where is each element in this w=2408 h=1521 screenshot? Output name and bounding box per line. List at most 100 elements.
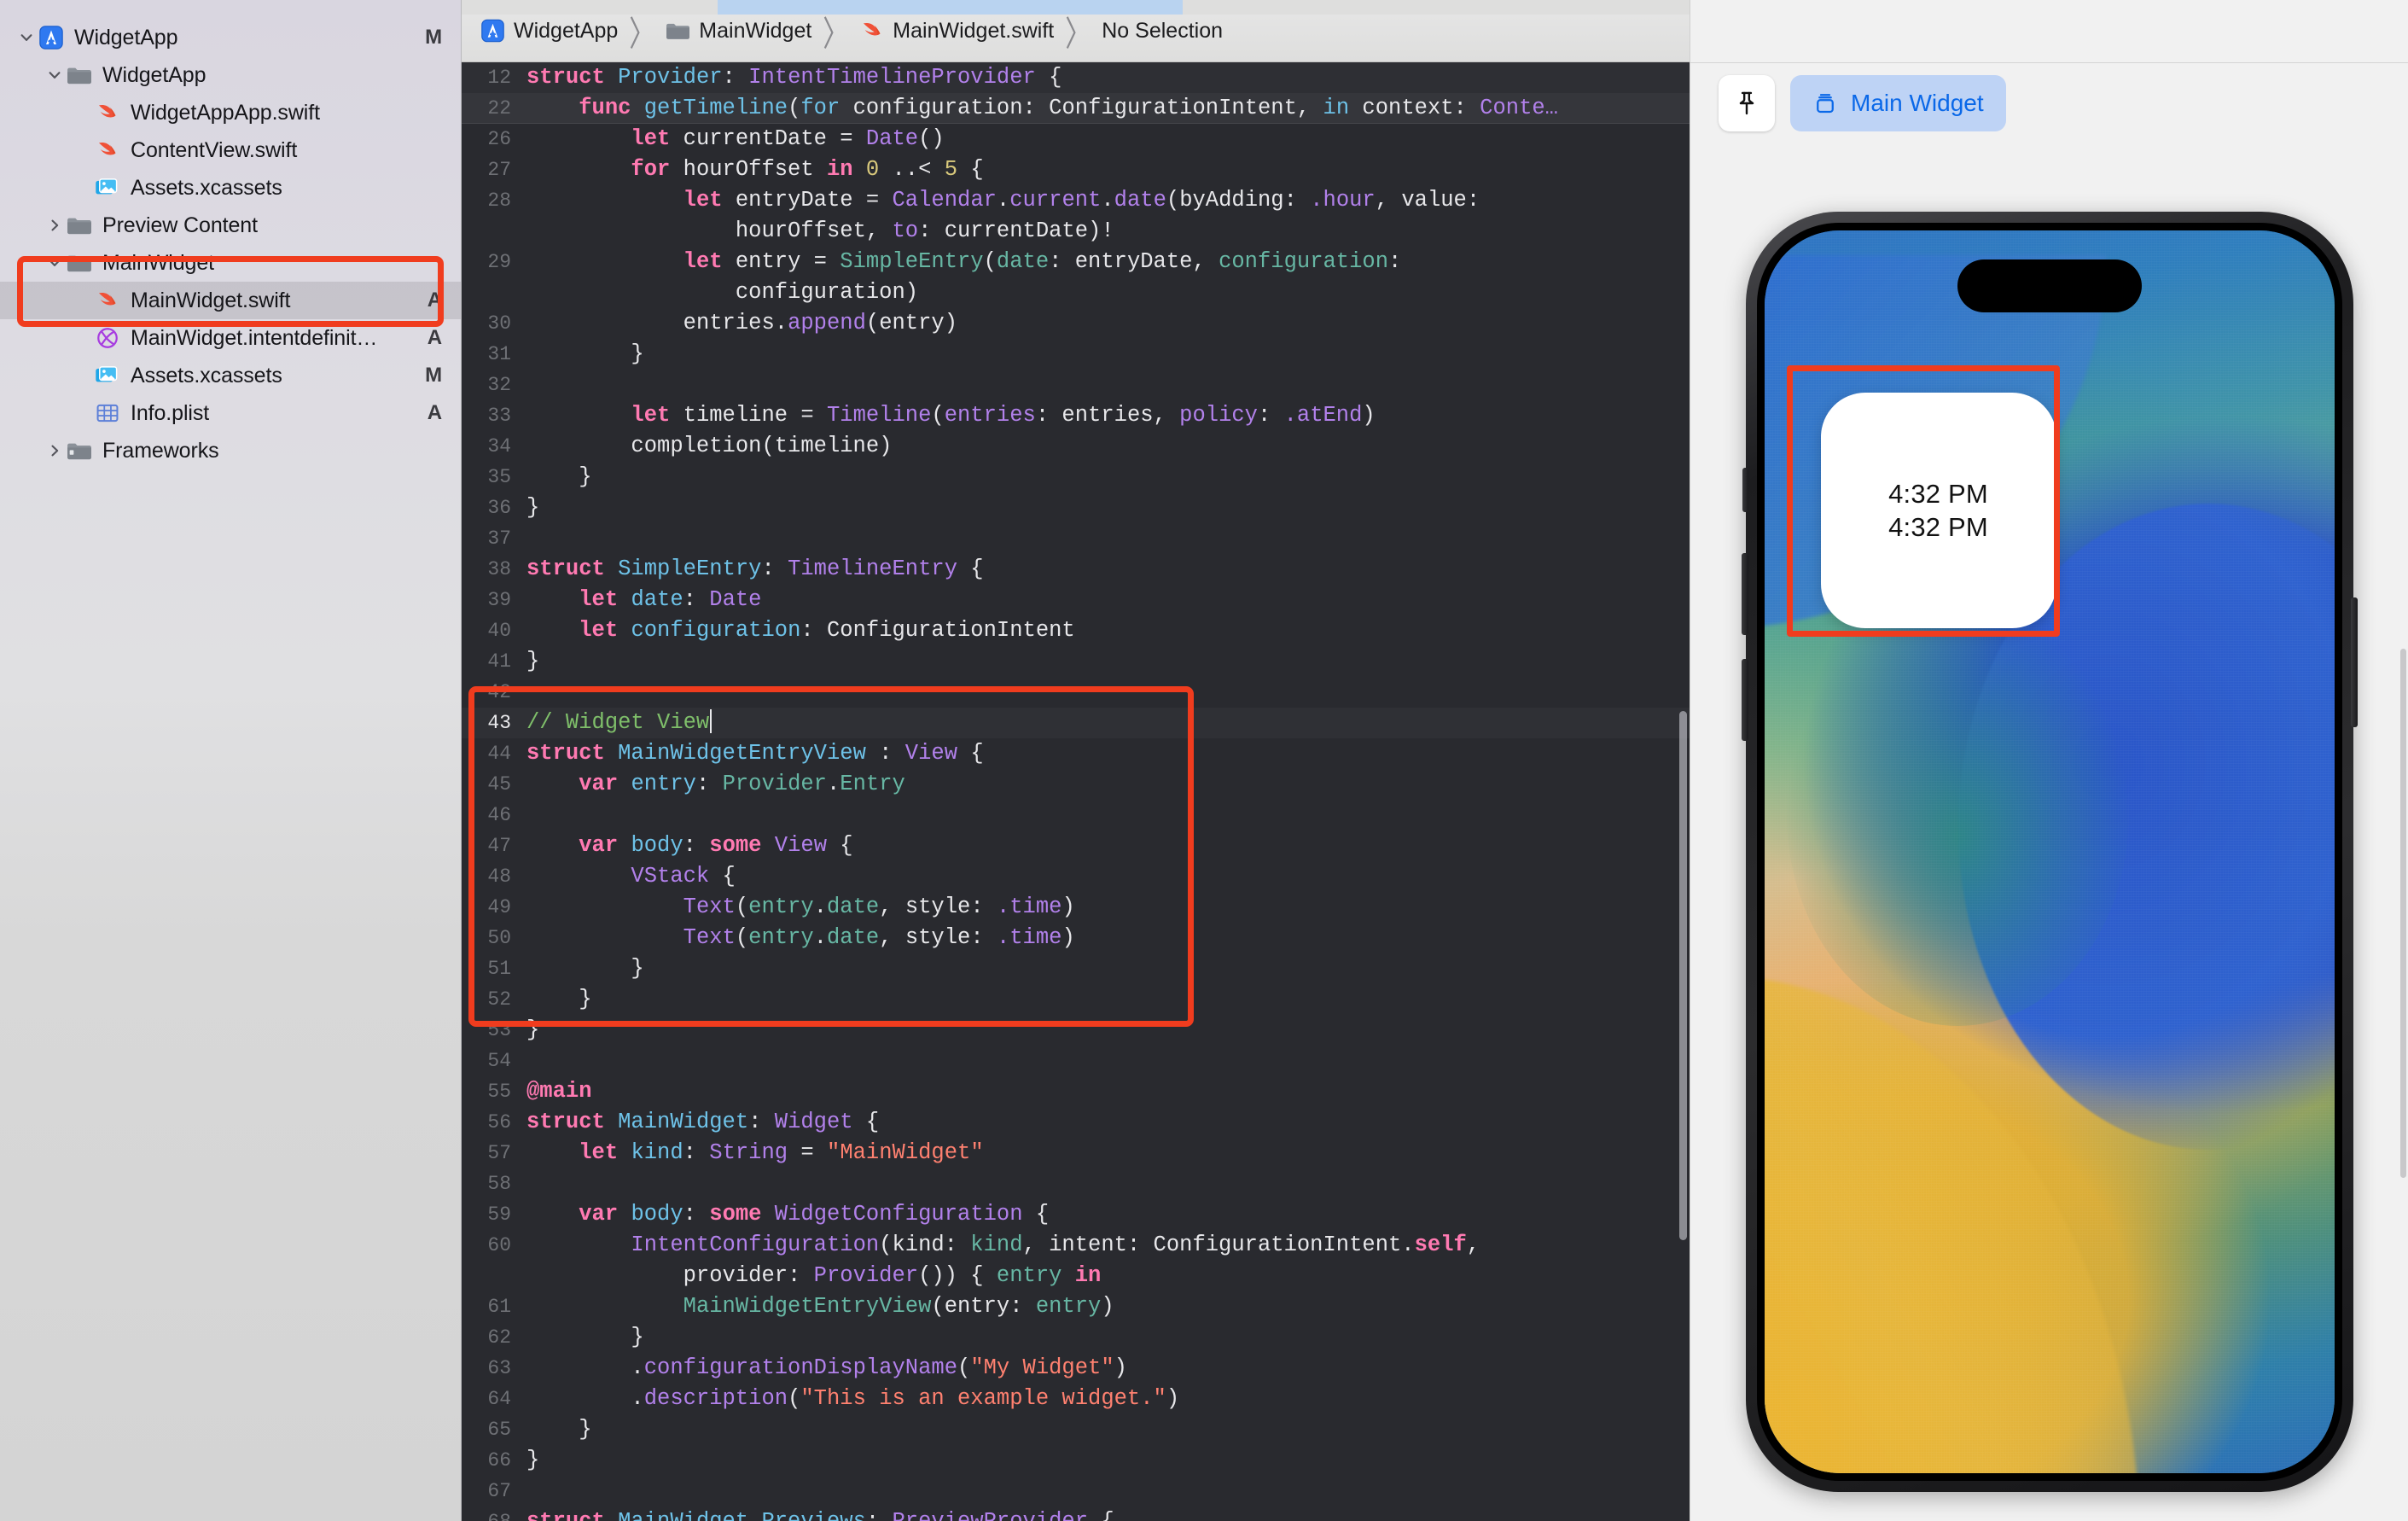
source-code-editor[interactable]: 12 struct Provider: IntentTimelineProvide… [462, 62, 1690, 1521]
disclosure-triangle-expanded[interactable] [44, 252, 66, 274]
phone-screen[interactable]: 4:32 PM 4:32 PM [1764, 230, 2335, 1473]
tab-active[interactable] [718, 0, 1183, 15]
preview-toolbar[interactable]: Main Widget [1690, 62, 2408, 144]
code-token: ( [735, 925, 749, 950]
breadcrumb-item-widgetapp[interactable]: WidgetApp [480, 19, 618, 44]
project-navigator[interactable]: WidgetApp M WidgetApp WidgetAppApp.swift Con… [0, 0, 462, 1521]
code-line[interactable]: provider: Provider()) { entry in [462, 1261, 1690, 1291]
code-line[interactable]: 66} [462, 1445, 1690, 1476]
code-line[interactable]: 26 let currentDate = Date() [462, 124, 1690, 154]
disclosure-triangle-collapsed[interactable] [44, 214, 66, 236]
code-line[interactable]: 43 // Widget View [462, 708, 1690, 738]
intent-icon [97, 328, 118, 348]
code-line[interactable]: 52 } [462, 984, 1690, 1015]
editor-scrollbar-thumb[interactable] [1679, 711, 1687, 1240]
code-line[interactable]: 34 completion(timeline) [462, 431, 1690, 462]
code-line[interactable]: 61 MainWidgetEntryView(entry: entry) [462, 1291, 1690, 1322]
line-number: 37 [487, 527, 511, 550]
code-line[interactable]: 44 struct MainWidgetEntryView : View { [462, 738, 1690, 769]
code-line[interactable]: 62 } [462, 1322, 1690, 1353]
window-scrollbar[interactable] [2399, 0, 2408, 1521]
sidebar-item-contentview-swift[interactable]: ContentView.swift [0, 131, 461, 169]
code-line[interactable]: 45 var entry: Provider.Entry [462, 769, 1690, 800]
code-line[interactable]: 65 } [462, 1414, 1690, 1445]
code-line[interactable]: 30 entries.append(entry) [462, 308, 1690, 339]
code-line[interactable]: 68struct MainWidget_Previews: PreviewPro… [462, 1506, 1690, 1521]
code-line[interactable]: 40 let configuration: ConfigurationInten… [462, 615, 1690, 646]
code-line[interactable]: 31 } [462, 339, 1690, 370]
window-scrollbar-thumb[interactable] [2400, 649, 2406, 1178]
disclosure-triangle-collapsed[interactable] [44, 440, 66, 462]
code-line[interactable]: 58 [462, 1168, 1690, 1199]
preview-canvas[interactable]: Main Widget 4:32 PM 4:32 PM [1690, 0, 2408, 1521]
code-line[interactable]: 42 [462, 677, 1690, 708]
code-token: some [709, 833, 775, 858]
sidebar-item-label: Info.plist [131, 400, 210, 425]
editor-scrollbar[interactable] [1678, 62, 1690, 1521]
code-line-text: MainWidgetEntryView(entry: entry) [526, 1291, 1690, 1322]
editor-tab-strip[interactable] [462, 0, 1690, 15]
code-line[interactable]: 41} [462, 646, 1690, 677]
sidebar-item-widgetapp[interactable]: WidgetApp [0, 56, 461, 94]
code-lines[interactable]: 12 struct Provider: IntentTimelineProvide… [462, 62, 1690, 1521]
code-token: } [526, 1448, 540, 1472]
code-token: in [1323, 95, 1350, 120]
code-line[interactable]: 33 let timeline = Timeline(entries: entr… [462, 400, 1690, 431]
code-line[interactable]: 28 let entryDate = Calendar.current.date… [462, 185, 1690, 216]
code-line[interactable]: 36} [462, 492, 1690, 523]
code-token: . [1401, 1233, 1415, 1257]
sidebar-item-info-plist[interactable]: Info.plist A [0, 394, 461, 432]
code-line[interactable]: 47 var body: some View { [462, 830, 1690, 861]
code-line[interactable]: 57 let kind: String = "MainWidget" [462, 1138, 1690, 1168]
code-line[interactable]: 59 var body: some WidgetConfiguration { [462, 1199, 1690, 1230]
code-line[interactable]: 32 [462, 370, 1690, 400]
breadcrumb-item-mainwidget[interactable]: MainWidget [666, 19, 811, 44]
folder-icon [666, 23, 690, 39]
sidebar-item-frameworks[interactable]: Frameworks [0, 432, 461, 469]
code-line[interactable]: 64 .description("This is an example widg… [462, 1384, 1690, 1414]
code-line[interactable]: 27 for hourOffset in 0 ..< 5 { [462, 154, 1690, 185]
sidebar-item-assets-xcassets[interactable]: Assets.xcassets M [0, 357, 461, 394]
home-screen-widget[interactable]: 4:32 PM 4:32 PM [1820, 393, 2056, 628]
code-line[interactable]: 67 [462, 1476, 1690, 1506]
sidebar-item-mainwidget-swift[interactable]: MainWidget.swift A [0, 282, 461, 319]
line-number: 34 [487, 435, 511, 457]
code-line[interactable]: 49 Text(entry.date, style: .time) [462, 892, 1690, 923]
code-line[interactable]: 63 .configurationDisplayName("My Widget"… [462, 1353, 1690, 1384]
code-line[interactable]: 51 } [462, 953, 1690, 984]
code-line[interactable]: 50 Text(entry.date, style: .time) [462, 923, 1690, 953]
code-line[interactable]: 29 let entry = SimpleEntry(date: entryDa… [462, 247, 1690, 277]
code-line[interactable]: 46 [462, 800, 1690, 830]
iphone-preview-device[interactable]: 4:32 PM 4:32 PM [1741, 212, 2358, 1492]
code-line[interactable]: 38 struct SimpleEntry: TimelineEntry { [462, 554, 1690, 585]
code-line[interactable]: 55 @main [462, 1076, 1690, 1107]
code-line-sticky[interactable]: 12 struct Provider: IntentTimelineProvide… [462, 62, 1690, 93]
sidebar-item-preview-content[interactable]: Preview Content [0, 207, 461, 244]
disclosure-triangle-expanded[interactable] [15, 26, 38, 49]
tab-strip-left [462, 0, 718, 15]
sidebar-item-mainwidget[interactable]: MainWidget [0, 244, 461, 282]
breadcrumb-item-mainwidget-swift[interactable]: MainWidget.swift [859, 19, 1054, 44]
breadcrumb-item-no-selection[interactable]: No Selection [1102, 19, 1223, 44]
code-line[interactable]: 53} [462, 1015, 1690, 1046]
sidebar-item-widgetapp[interactable]: WidgetApp M [0, 19, 461, 56]
pin-preview-button[interactable] [1719, 75, 1775, 131]
code-line[interactable]: 54 [462, 1046, 1690, 1076]
code-line[interactable]: 39 let date: Date [462, 585, 1690, 615]
code-line[interactable]: 37 [462, 523, 1690, 554]
disclosure-triangle-expanded[interactable] [44, 64, 66, 86]
sidebar-item-widgetappapp-swift[interactable]: WidgetAppApp.swift [0, 94, 461, 131]
code-line[interactable]: 60 IntentConfiguration(kind: kind, inten… [462, 1230, 1690, 1261]
code-line-sticky[interactable]: 22 func getTimeline(for configuration: C… [462, 93, 1690, 124]
code-line[interactable]: 48 VStack { [462, 861, 1690, 892]
sidebar-item-assets-xcassets[interactable]: Assets.xcassets [0, 169, 461, 207]
code-line[interactable]: 56 struct MainWidget: Widget { [462, 1107, 1690, 1138]
preview-widget-chip[interactable]: Main Widget [1790, 75, 2006, 131]
code-line[interactable]: hourOffset, to: currentDate)! [462, 216, 1690, 247]
sidebar-item-mainwidget-intentdefinit[interactable]: MainWidget.intentdefinit… A [0, 319, 461, 357]
code-line[interactable]: configuration) [462, 277, 1690, 308]
line-number: 35 [487, 466, 511, 488]
code-line[interactable]: 35 } [462, 462, 1690, 492]
code-token: style [904, 895, 971, 919]
